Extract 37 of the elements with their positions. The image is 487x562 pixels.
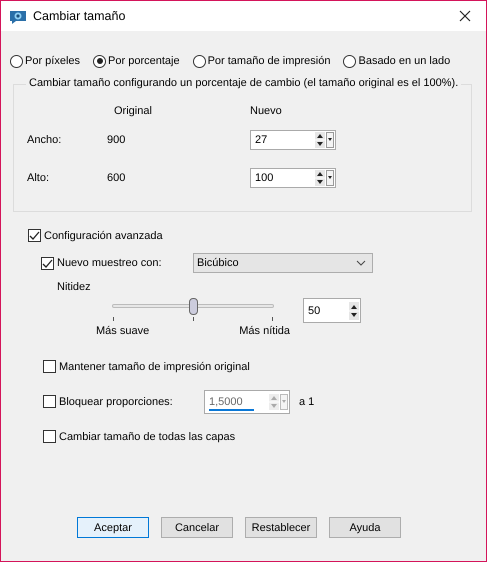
ratio-suffix: a 1	[299, 396, 314, 408]
dialog-button[interactable]: Ayuda	[329, 517, 401, 538]
chevron-down-icon	[356, 260, 366, 266]
checkbox-option[interactable]: Nuevo muestreo con:	[41, 256, 193, 270]
number-field[interactable]: 100	[250, 168, 336, 188]
checkbox-option[interactable]: Cambiar tamaño de todas las capas	[43, 430, 236, 443]
sharpness-label: Nitidez	[57, 281, 91, 293]
number-field[interactable]: 50	[303, 298, 361, 323]
number-field[interactable]: 27	[250, 130, 336, 150]
radio-option[interactable]: Basado en un lado	[343, 54, 450, 68]
checkbox-option[interactable]: Bloquear proporciones:	[43, 395, 204, 408]
close-icon[interactable]	[459, 10, 471, 22]
checkmark-icon	[29, 230, 40, 241]
column-header: Nuevo	[250, 105, 282, 117]
dialog-button[interactable]: Aceptar	[77, 517, 149, 538]
slider-max-label: Más nítida	[239, 325, 290, 337]
group-legend: Cambiar tamaño configurando un porcentaje de cambio (el tamaño original es el 100%).	[26, 77, 462, 89]
spinner-arrows-icon[interactable]	[315, 170, 325, 186]
checkbox-option[interactable]: Configuración avanzada	[28, 229, 163, 242]
radio-option[interactable]: Por tamaño de impresión	[192, 54, 330, 68]
field-label: Ancho:	[27, 134, 62, 146]
original-value: 600	[107, 172, 126, 184]
dialog-button[interactable]: Cancelar	[161, 517, 233, 538]
spinner-arrows-icon[interactable]	[315, 132, 325, 148]
original-value: 900	[107, 134, 126, 146]
field-label: Alto:	[27, 172, 50, 184]
radio-option[interactable]: Por porcentaje	[93, 54, 180, 68]
slider-min-label: Más suave	[96, 325, 150, 337]
dialog-button[interactable]: Restablecer	[245, 517, 317, 538]
radio-option[interactable]: Por píxeles	[10, 54, 80, 68]
app-icon	[9, 8, 27, 24]
spinner-arrows-icon[interactable]	[349, 302, 359, 320]
method-dropdown[interactable]: Bicúbico	[193, 253, 373, 273]
column-header: Original	[114, 105, 153, 117]
checkmark-icon	[42, 258, 53, 268]
window-title: Cambiar tamaño	[33, 9, 126, 23]
checkbox-option[interactable]: Mantener tamaño de impresión original	[43, 360, 250, 373]
